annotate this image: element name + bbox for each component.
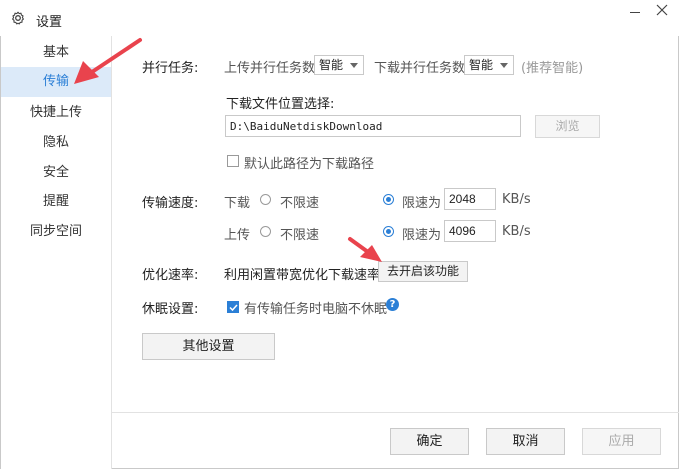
sidebar-item-quick-upload[interactable]: 快捷上传 xyxy=(1,98,111,128)
download-parallel-label: 下载并行任务数 xyxy=(374,61,466,76)
window-title: 设置 xyxy=(36,15,63,30)
download-speed-label: 下载 xyxy=(224,196,251,211)
upload-parallel-label: 上传并行任务数 xyxy=(224,61,316,76)
download-parallel-select[interactable]: 智能 xyxy=(464,55,514,75)
download-location-label: 下载文件位置选择: xyxy=(226,97,335,112)
enable-optimize-button[interactable]: 去开启该功能 xyxy=(378,261,468,282)
upload-limit-radio[interactable] xyxy=(383,226,394,237)
download-speed-input[interactable] xyxy=(444,188,496,210)
upload-speed-label: 上传 xyxy=(224,228,251,243)
default-path-checkbox[interactable] xyxy=(227,155,239,167)
ok-button[interactable]: 确定 xyxy=(390,428,469,455)
sleep-label: 休眠设置: xyxy=(142,302,199,317)
checkmark-icon xyxy=(229,304,238,312)
cancel-button[interactable]: 取消 xyxy=(486,428,565,455)
close-button[interactable] xyxy=(654,2,670,18)
download-limit-radio[interactable] xyxy=(383,194,394,205)
sidebar-item-reminder[interactable]: 提醒 xyxy=(1,187,111,217)
browse-button[interactable]: 浏览 xyxy=(535,115,600,138)
sidebar-item-basic[interactable]: 基本 xyxy=(1,38,111,68)
upload-unlimited-label: 不限速 xyxy=(280,228,320,243)
minimize-button[interactable] xyxy=(628,4,642,18)
close-icon xyxy=(656,4,668,16)
upload-speed-unit: KB/s xyxy=(502,224,531,239)
upload-unlimited-radio[interactable] xyxy=(260,226,271,237)
prevent-sleep-label: 有传输任务时电脑不休眠 xyxy=(244,302,388,317)
sidebar-item-transfer[interactable]: 传输 xyxy=(1,67,111,97)
title-bar: 设置 xyxy=(0,0,680,36)
parallel-hint: (推荐智能) xyxy=(521,61,584,76)
speed-label: 传输速度: xyxy=(142,196,199,211)
chevron-down-icon xyxy=(500,63,508,68)
sidebar: 基本 传输 快捷上传 隐私 安全 提醒 同步空间 xyxy=(1,36,112,469)
upload-parallel-value: 智能 xyxy=(319,58,344,72)
question-circle-icon[interactable]: ? xyxy=(386,298,399,311)
optimize-text: 利用闲置带宽优化下载速率 xyxy=(224,268,381,283)
other-settings-button[interactable]: 其他设置 xyxy=(142,333,275,360)
upload-limit-label: 限速为 xyxy=(402,228,442,243)
prevent-sleep-checkbox[interactable] xyxy=(227,301,239,313)
optimize-label: 优化速率: xyxy=(142,268,199,283)
chevron-down-icon xyxy=(350,63,358,68)
apply-button[interactable]: 应用 xyxy=(582,428,661,455)
download-parallel-value: 智能 xyxy=(469,58,494,72)
download-limit-label: 限速为 xyxy=(402,196,442,211)
default-path-label: 默认此路径为下载路径 xyxy=(244,157,375,172)
sidebar-item-sync-space[interactable]: 同步空间 xyxy=(1,217,111,247)
footer-divider xyxy=(112,412,679,413)
gear-icon xyxy=(12,11,24,25)
upload-speed-input[interactable] xyxy=(444,220,496,242)
minimize-icon xyxy=(630,12,640,13)
download-path-input[interactable] xyxy=(225,115,521,137)
upload-parallel-select[interactable]: 智能 xyxy=(314,55,364,75)
download-unlimited-label: 不限速 xyxy=(280,196,320,211)
sidebar-item-security[interactable]: 安全 xyxy=(1,158,111,188)
download-unlimited-radio[interactable] xyxy=(260,194,271,205)
parallel-label: 并行任务: xyxy=(142,61,199,76)
download-speed-unit: KB/s xyxy=(502,192,531,207)
sidebar-item-privacy[interactable]: 隐私 xyxy=(1,128,111,158)
